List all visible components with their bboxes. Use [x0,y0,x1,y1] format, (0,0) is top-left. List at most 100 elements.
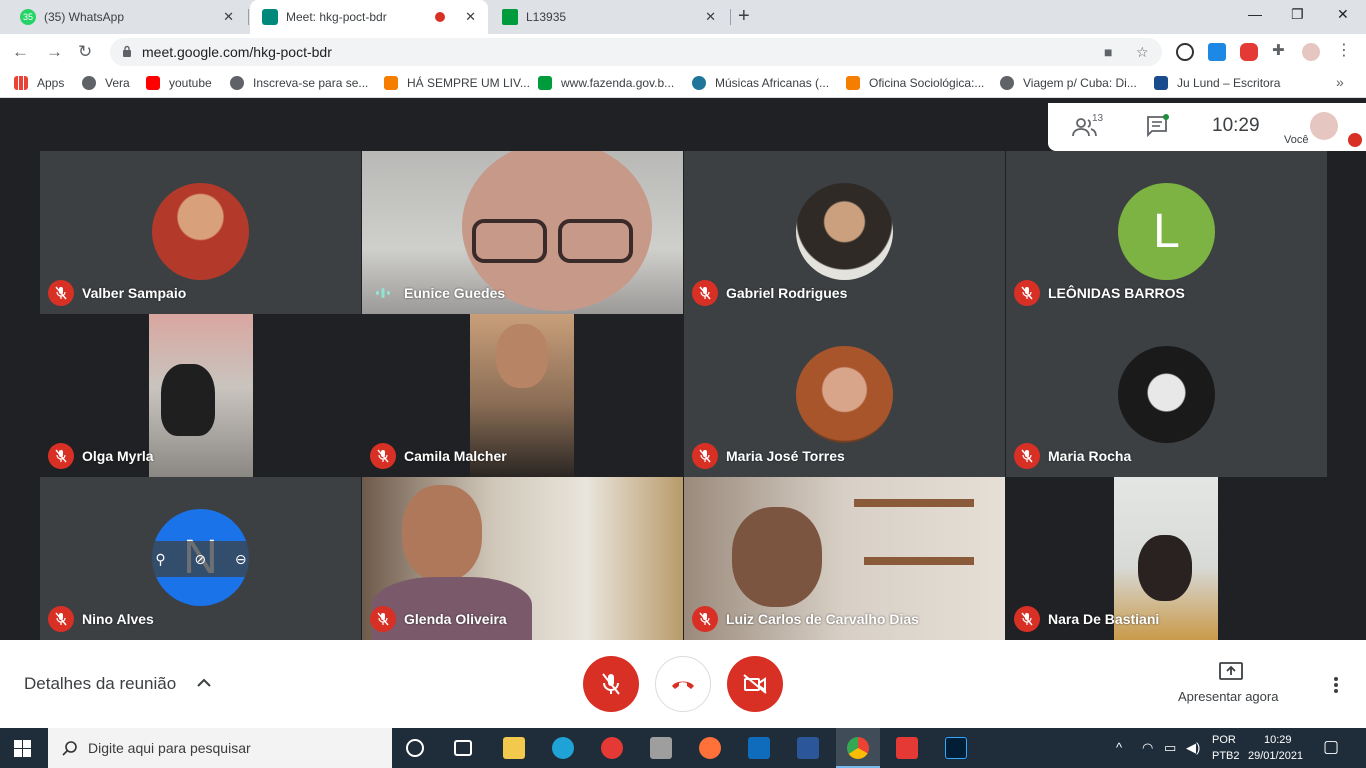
windows-start-icon[interactable] [14,740,31,757]
taskbar-clock-date[interactable]: 29/01/2021 [1248,750,1303,762]
meet-control-bar: Detalhes da reunião Apresentar agora [0,640,1366,728]
present-now-button[interactable]: Apresentar agora [1178,689,1278,704]
taskbar-clock-time[interactable]: 10:29 [1264,734,1292,746]
participant-tile[interactable]: Glenda Oliveira [362,477,683,640]
chevron-up-icon[interactable] [196,676,212,688]
reload-button[interactable]: ↻ [78,42,92,62]
new-tab-button[interactable]: + [738,6,750,26]
close-tab-icon[interactable]: ✕ [465,9,476,25]
menu-kebab-icon[interactable]: ⋮ [1336,40,1354,59]
participant-name-row: Camila Malcher [370,443,507,469]
claro-icon[interactable] [601,737,623,759]
tray-chevron-up-icon[interactable]: ^ [1116,740,1122,755]
tab-title: Meet: hkg-poct-bdr [286,10,387,24]
bookmark-youtube[interactable]: youtube [146,76,212,90]
participant-avatar [1118,346,1215,443]
back-button[interactable]: ← [12,42,29,62]
toggle-camera-button[interactable] [727,656,783,712]
notifications-icon[interactable]: ▢ [1323,737,1339,757]
more-options-icon[interactable] [1333,676,1339,694]
toggle-mic-button[interactable] [583,656,639,712]
puzzle-extensions-icon[interactable]: ✚ [1272,41,1290,59]
extension-icon[interactable] [1176,43,1194,61]
participant-tile[interactable]: Luiz Carlos de Carvalho Dias [684,477,1005,640]
camera-icon[interactable]: ■ [1104,44,1112,60]
taskbar-search[interactable]: Digite aqui para pesquisar [48,728,392,768]
hang-up-icon [672,681,694,689]
wifi-icon[interactable]: ◠ [1142,740,1153,756]
volume-icon[interactable]: ◀) [1186,740,1200,756]
close-tab-icon[interactable]: ✕ [705,9,716,25]
bookmark-fazenda[interactable]: www.fazenda.gov.b... [538,76,674,90]
skype-extension-icon[interactable] [1208,43,1226,61]
bookmark-star-icon[interactable]: ☆ [1136,44,1149,61]
anydesk-icon[interactable] [896,737,918,759]
close-window-button[interactable]: ✕ [1337,6,1349,23]
search-icon [62,741,77,756]
pin-icon[interactable]: ⚲ [155,551,165,568]
chrome-icon[interactable] [847,737,869,759]
calculator-icon[interactable] [650,737,672,759]
word-icon[interactable] [797,737,819,759]
minimize-button[interactable]: — [1248,6,1262,22]
present-screen-icon[interactable] [1219,662,1243,680]
participant-tile-speaking[interactable]: Eunice Guedes [362,151,683,314]
tab-l13935[interactable]: L13935 ✕ [490,0,728,34]
meeting-details-button[interactable]: Detalhes da reunião [24,674,176,694]
meeting-clock: 10:29 [1212,115,1260,136]
video-extension-icon[interactable] [1240,43,1258,61]
profile-avatar[interactable] [1302,43,1320,61]
task-view-icon[interactable] [454,740,472,756]
blogger-icon [846,76,860,90]
tab-whatsapp[interactable]: 35 (35) WhatsApp ✕ [8,0,246,34]
more-bookmarks-icon[interactable]: » [1336,74,1344,90]
maximize-button[interactable]: ❐ [1291,6,1304,23]
mute-participant-icon[interactable]: ⊘ [194,551,206,568]
firefox-icon[interactable] [699,737,721,759]
participant-tile[interactable]: Valber Sampaio [40,151,361,314]
bookmark-ha-sempre[interactable]: HÁ SEMPRE UM LIV... [384,76,530,90]
leave-call-button[interactable] [655,656,711,712]
file-explorer-icon[interactable] [503,737,525,759]
bookmark-viagem-cuba[interactable]: Viagem p/ Cuba: Di... [1000,76,1137,90]
mic-off-icon [1014,606,1040,632]
bookmark-apps[interactable]: Apps [14,76,64,90]
participant-tile[interactable]: Camila Malcher [362,314,683,477]
bookmark-ju-lund[interactable]: Ju Lund – Escritora [1154,76,1280,90]
participant-tile[interactable]: L LEÔNIDAS BARROS [1006,151,1327,314]
bookmark-label: HÁ SEMPRE UM LIV... [407,76,530,90]
photoshop-icon[interactable] [945,737,967,759]
address-bar[interactable]: meet.google.com/hkg-poct-bdr ■ ☆ [110,38,1162,66]
edge-icon[interactable] [552,737,574,759]
battery-icon[interactable]: ▭ [1164,740,1176,756]
recording-indicator-icon [435,12,446,22]
mail-icon[interactable] [748,737,770,759]
remove-participant-icon[interactable]: ⊖ [235,551,247,568]
input-language[interactable]: POR [1212,734,1236,746]
forward-button[interactable]: → [46,42,63,62]
participant-tile[interactable]: Maria José Torres [684,314,1005,477]
tab-meet[interactable]: Meet: hkg-poct-bdr ✕ [250,0,488,34]
participant-name: Luiz Carlos de Carvalho Dias [726,611,919,627]
keyboard-layout[interactable]: PTB2 [1212,750,1240,762]
unread-dot [1163,114,1169,120]
participant-tile[interactable]: Gabriel Rodrigues [684,151,1005,314]
bookmark-vera[interactable]: Vera [82,76,130,90]
video-face [496,324,548,388]
participant-tile[interactable]: N ⚲ ⊘ ⊖ Nino Alves [40,477,361,640]
participant-tile[interactable]: Nara De Bastiani [1006,477,1327,640]
meet-icon [262,9,278,25]
participant-grid: Valber Sampaio Eunice Guedes Gabriel Rod… [40,151,1327,640]
participant-letter-avatar: L [1118,183,1215,280]
participant-name-row: Nara De Bastiani [1014,606,1159,632]
participant-tile[interactable]: Olga Myrla [40,314,361,477]
close-tab-icon[interactable]: ✕ [223,9,234,25]
participant-name-row: Gabriel Rodrigues [692,280,847,306]
participant-tile[interactable]: Maria Rocha [1006,314,1327,477]
bookmark-musicas-africanas[interactable]: Músicas Africanas (... [692,76,829,90]
bookmark-inscreva[interactable]: Inscreva-se para se... [230,76,368,90]
cortana-icon[interactable] [406,739,424,757]
self-avatar[interactable] [1310,112,1338,140]
wordpress-icon [692,76,706,90]
bookmark-oficina[interactable]: Oficina Sociológica:... [846,76,984,90]
